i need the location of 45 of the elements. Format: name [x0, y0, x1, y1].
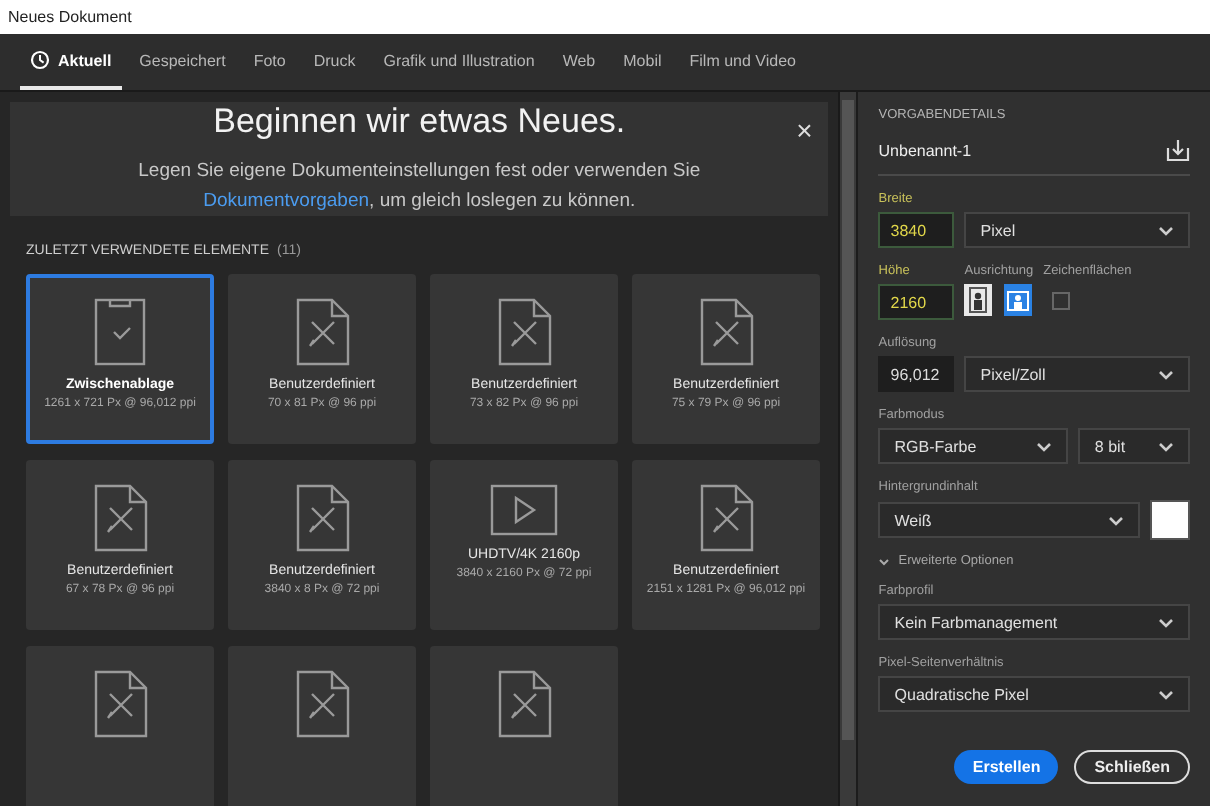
height-field[interactable]: 2160 [878, 284, 955, 320]
scrollbar[interactable] [838, 92, 857, 806]
create-button[interactable]: Erstellen [954, 750, 1059, 784]
tab[interactable]: Aktuell [20, 34, 122, 90]
video-play-icon [490, 484, 558, 536]
width-field[interactable]: 3840 [878, 212, 955, 248]
color-profile-dropdown[interactable]: Kein Farbmanagement [878, 604, 1190, 640]
close-button[interactable]: Schließen [1074, 750, 1190, 784]
tab[interactable]: Foto [243, 34, 296, 90]
window-title: Neues Dokument [0, 0, 1210, 34]
tab[interactable]: Grafik und Illustration [373, 34, 545, 90]
banner-text: Legen Sie eigene Dokumenteinstellungen fest oder verwenden Sie Dokumentvorgaben, um gleich loslegen zu können. [136, 158, 703, 216]
landscape-orientation-button[interactable] [1004, 284, 1033, 316]
chevron-down-icon [1108, 515, 1124, 525]
chevron-down-icon [1158, 617, 1174, 627]
presets-link[interactable]: Dokumentvorgaben [203, 190, 370, 212]
background-swatch[interactable] [1150, 500, 1190, 540]
resolution-unit-dropdown[interactable]: Pixel/Zoll [964, 356, 1190, 392]
chevron-down-icon [1158, 369, 1174, 379]
chevron-down-icon [1036, 441, 1053, 451]
clock-icon [30, 50, 50, 70]
tab[interactable]: Druck [303, 34, 366, 90]
portrait-orientation-button[interactable] [964, 284, 993, 316]
color-mode-dropdown[interactable]: RGB-Farbe [878, 428, 1069, 464]
save-preset-icon[interactable] [1166, 138, 1190, 162]
chevron-down-icon [1158, 225, 1174, 235]
pixel-aspect-dropdown[interactable]: Quadratische Pixel [878, 676, 1190, 712]
tab[interactable]: Film und Video [679, 34, 806, 90]
clipboard-check-icon [94, 298, 146, 366]
background-dropdown[interactable]: Weiß [878, 502, 1140, 538]
preset-card[interactable] [26, 646, 214, 806]
preset-card[interactable] [430, 646, 618, 806]
preset-card[interactable] [228, 646, 416, 806]
preset-name-field[interactable]: Unbenannt-1 [878, 141, 972, 159]
banner-title: Beginnen wir etwas Neues. [213, 102, 626, 142]
chevron-icon [878, 557, 891, 565]
tab[interactable]: Web [552, 34, 606, 90]
tab[interactable]: Gespeichert [129, 34, 236, 90]
unit-dropdown[interactable]: Pixel [964, 212, 1190, 248]
artboards-checkbox[interactable] [1051, 292, 1070, 310]
chevron-down-icon [1158, 689, 1174, 699]
resolution-field[interactable]: 96,012 [878, 356, 955, 392]
bit-depth-dropdown[interactable]: 8 bit [1078, 428, 1190, 464]
tab[interactable]: Mobil [613, 34, 672, 90]
chevron-down-icon [1158, 441, 1174, 451]
